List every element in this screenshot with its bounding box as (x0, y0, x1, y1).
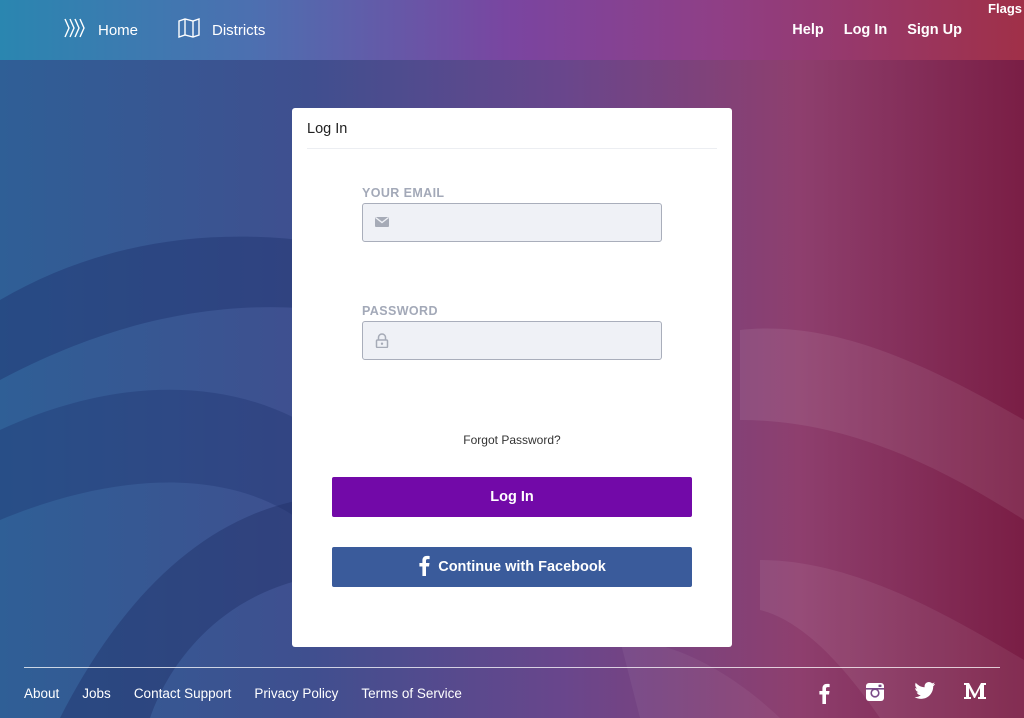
lock-icon (375, 333, 389, 353)
nav-right-group: Help Log In Sign Up (772, 22, 962, 38)
password-field-wrapper (362, 321, 662, 360)
password-label: PASSWORD (362, 304, 438, 318)
medium-icon[interactable] (964, 682, 986, 705)
envelope-icon (375, 215, 389, 233)
footer-links: About Jobs Contact Support Privacy Polic… (24, 686, 485, 701)
nav-help-link[interactable]: Help (792, 22, 823, 38)
footer-link-contact-support[interactable]: Contact Support (134, 686, 232, 701)
login-card: Log In YOUR EMAIL PASSWORD Forgot Passwo… (292, 108, 732, 647)
email-label: YOUR EMAIL (362, 186, 445, 200)
login-button[interactable]: Log In (332, 477, 692, 517)
footer-link-privacy-policy[interactable]: Privacy Policy (254, 686, 338, 701)
nav-districts-label: Districts (212, 21, 266, 39)
nav-home[interactable]: Home (62, 16, 138, 44)
map-icon (178, 17, 212, 43)
nav-home-label: Home (98, 21, 139, 39)
email-field-wrapper (362, 203, 662, 242)
flags-label: Flags (988, 1, 1022, 16)
login-button-label: Log In (490, 489, 534, 505)
facebook-login-button[interactable]: Continue with Facebook (332, 547, 692, 587)
footer-divider (24, 667, 1000, 668)
twitter-icon[interactable] (914, 682, 936, 705)
nav-left-group: Home Districts (62, 16, 265, 44)
footer-link-terms-of-service[interactable]: Terms of Service (361, 686, 462, 701)
footer-link-jobs[interactable]: Jobs (82, 686, 111, 701)
top-nav: Home Districts Help Log In Sign Up Flags (0, 0, 1024, 60)
facebook-icon[interactable] (818, 682, 830, 709)
instagram-icon[interactable] (865, 682, 885, 707)
card-divider (307, 148, 717, 149)
facebook-icon (418, 554, 438, 580)
facebook-button-label: Continue with Facebook (438, 559, 606, 575)
email-field[interactable] (397, 204, 657, 241)
nav-login-link[interactable]: Log In (844, 22, 888, 38)
card-title: Log In (307, 121, 348, 137)
forgot-password-link[interactable]: Forgot Password? (292, 433, 732, 447)
nav-districts[interactable]: Districts (178, 17, 265, 43)
footer-link-about[interactable]: About (24, 686, 59, 701)
nav-signup-link[interactable]: Sign Up (907, 22, 962, 38)
waves-logo-icon (62, 16, 98, 44)
password-field[interactable] (397, 322, 657, 359)
